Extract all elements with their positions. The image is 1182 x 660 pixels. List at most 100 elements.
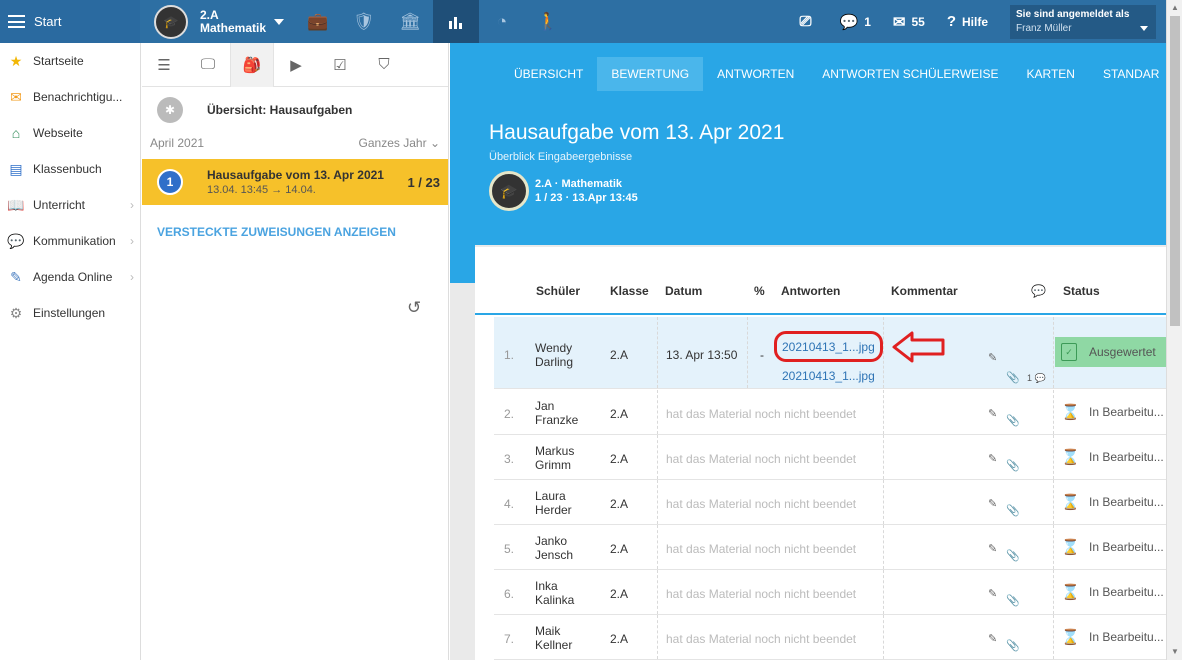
comment-count: 1 💬: [1027, 373, 1046, 383]
header-status[interactable]: Status: [1063, 284, 1100, 298]
status-badge[interactable]: ⌛ In Bearbeitu...: [1055, 390, 1166, 434]
class-info: 🎓 2.A · Mathematik 1 / 23 · 13.Apr 13:45: [489, 171, 1166, 211]
period-filter-dropdown[interactable]: Ganzes Jahr ⌄: [359, 136, 440, 150]
tab-bewertung[interactable]: BEWERTUNG: [597, 57, 704, 91]
star-icon: ★: [9, 52, 23, 69]
answer-file-link[interactable]: 20210413_1...jpg: [782, 369, 875, 383]
briefcase-icon[interactable]: 💼: [295, 0, 341, 43]
tab-karten[interactable]: KARTEN: [1013, 57, 1089, 91]
header-percent[interactable]: %: [754, 284, 765, 298]
graduation-cap-icon: 🎓: [489, 171, 529, 211]
table-row[interactable]: 2. Jan Franzke 2.A hat das Material noch …: [494, 390, 1166, 435]
cast-button[interactable]: ⎚: [799, 13, 817, 30]
class-selector[interactable]: 🎓 2.A Mathematik: [140, 0, 295, 43]
edit-comment-icon[interactable]: ✎: [988, 587, 997, 600]
comment-icon: 💬: [1031, 284, 1046, 298]
header-student[interactable]: Schüler: [536, 284, 580, 298]
status-badge[interactable]: ⌛ In Bearbeitu...: [1055, 570, 1166, 614]
attachment-icon[interactable]: 📎: [1006, 414, 1020, 427]
page-scrollbar[interactable]: ▲ ▼: [1166, 0, 1182, 660]
hourglass-icon: ⌛: [1061, 629, 1080, 646]
attachment-icon[interactable]: 📎: [1006, 371, 1020, 384]
sidebar-item-kommunikation[interactable]: 💬 Kommunikation ›: [0, 223, 140, 259]
table-row[interactable]: 6. Inka Kalinka 2.A hat das Material noch…: [494, 570, 1166, 615]
edit-comment-icon[interactable]: ✎: [988, 407, 997, 420]
help-label: Hilfe: [961, 14, 988, 29]
attachment-icon[interactable]: 📎: [1006, 504, 1020, 517]
login-user: Franz Müller: [1016, 22, 1072, 34]
attachment-icon[interactable]: 📎: [1006, 459, 1020, 472]
hourglass-icon: ⌛: [1061, 449, 1080, 466]
bar-chart-icon[interactable]: [433, 0, 479, 43]
status-badge[interactable]: ⌛ In Bearbeitu...: [1055, 480, 1166, 524]
table-row[interactable]: 3. Markus Grimm 2.A hat das Material noch…: [494, 435, 1166, 480]
scroll-down-icon[interactable]: ▼: [1170, 647, 1180, 657]
table-row[interactable]: 7. Maik Kellner 2.A hat das Material noch…: [494, 615, 1166, 660]
sidebar-item-benachrichtigungen[interactable]: ✉ Benachrichtigu...: [0, 79, 140, 115]
sidebar-item-klassenbuch[interactable]: ▤ Klassenbuch: [0, 151, 140, 187]
overview-item[interactable]: ✱ Übersicht: Hausaufgaben: [142, 87, 448, 133]
hourglass-icon: ⌛: [1061, 584, 1080, 601]
sidebar-item-agenda-online[interactable]: ✎ Agenda Online ›: [0, 259, 140, 295]
tab-antworten-schuelerweise[interactable]: ANTWORTEN SCHÜLERWEISE: [808, 57, 1012, 91]
backpack-icon[interactable]: 🎒: [230, 42, 274, 87]
table-row[interactable]: 4. Laura Herder 2.A hat das Material noch…: [494, 480, 1166, 525]
status-badge[interactable]: ⌛ In Bearbeitu...: [1055, 615, 1166, 659]
row-number: 3.: [504, 452, 515, 466]
sidebar-item-einstellungen[interactable]: ⚙ Einstellungen: [0, 295, 140, 331]
tab-uebersicht[interactable]: ÜBERSICHT: [500, 57, 597, 91]
user-menu[interactable]: Sie sind angemeldet als Franz Müller: [1010, 4, 1156, 39]
progress-message: hat das Material noch nicht beendet: [666, 452, 857, 466]
edit-comment-icon[interactable]: ✎: [988, 497, 997, 510]
scroll-up-icon[interactable]: ▲: [1170, 3, 1180, 13]
header-class[interactable]: Klasse: [610, 284, 649, 298]
checklist-icon[interactable]: ☑: [318, 43, 362, 87]
sidebar-item-unterricht[interactable]: 📖 Unterricht ›: [0, 187, 140, 223]
monitor-icon[interactable]: 🖵: [186, 43, 230, 87]
status-badge[interactable]: ⌛ In Bearbeitu...: [1055, 435, 1166, 479]
edit-comment-icon[interactable]: ✎: [988, 542, 997, 555]
tab-standard[interactable]: STANDAR: [1089, 57, 1166, 91]
attachment-icon[interactable]: 📎: [1006, 639, 1020, 652]
help-button[interactable]: ? Hilfe: [947, 13, 988, 30]
edit-comment-icon[interactable]: ✎: [988, 452, 997, 465]
pen-icon: ✎: [10, 268, 22, 285]
header-date[interactable]: Datum: [665, 284, 702, 298]
header-comment[interactable]: Kommentar: [891, 284, 958, 298]
attachment-icon[interactable]: 📎: [1006, 549, 1020, 562]
attachment-icon[interactable]: 📎: [1006, 594, 1020, 607]
messages-button[interactable]: 💬 1: [840, 13, 871, 31]
edit-comment-icon[interactable]: ✎: [988, 632, 997, 645]
scrollbar-thumb[interactable]: [1170, 16, 1180, 326]
show-hidden-assignments-link[interactable]: VERSTECKTE ZUWEISUNGEN ANZEIGEN: [142, 205, 448, 259]
results-table: Schüler Klasse Datum % Antworten Komment…: [475, 247, 1166, 660]
status-badge[interactable]: ✓ Ausgewertet: [1055, 337, 1166, 367]
header-answers[interactable]: Antworten: [781, 284, 840, 298]
hiking-icon[interactable]: 🚶: [525, 0, 571, 43]
assignment-number: 1: [157, 169, 183, 195]
shield-icon[interactable]: 🛡: [341, 0, 387, 43]
start-label: Start: [34, 14, 62, 29]
compass-icon[interactable]: ◔: [479, 0, 525, 43]
status-badge[interactable]: ⌛ In Bearbeitu...: [1055, 525, 1166, 569]
sidebar-item-startseite[interactable]: ★ Startseite: [0, 43, 140, 79]
messages-count: 1: [864, 14, 871, 29]
sidebar-item-webseite[interactable]: ⌂ Webseite: [0, 115, 140, 151]
reader-icon[interactable]: ⛉: [362, 43, 406, 87]
table-row[interactable]: 5. Janko Jensch 2.A hat das Material noch…: [494, 525, 1166, 570]
main-content: ÜBERSICHT BEWERTUNG ANTWORTEN ANTWORTEN …: [450, 43, 1166, 660]
assignment-header: Hausaufgabe vom 13. Apr 2021 Überblick E…: [450, 105, 1166, 245]
institution-icon[interactable]: 🏛: [387, 0, 433, 43]
period-label: April 2021: [150, 136, 205, 150]
play-icon[interactable]: ▶: [274, 43, 318, 87]
table-row[interactable]: 1. Wendy Darling 2.A 13. Apr 13:50 - 202…: [494, 317, 1166, 389]
edit-comment-icon[interactable]: ✎: [988, 351, 997, 364]
progress-message: hat das Material noch nicht beendet: [666, 542, 857, 556]
history-icon[interactable]: ↺: [407, 298, 421, 318]
tab-antworten[interactable]: ANTWORTEN: [703, 57, 808, 91]
graduation-cap-icon: 🎓: [154, 4, 188, 39]
list-icon[interactable]: ☰: [142, 43, 186, 87]
mail-button[interactable]: ✉ 55: [893, 13, 925, 31]
start-menu-button[interactable]: Start: [0, 0, 140, 43]
assignment-item[interactable]: 1 Hausaufgabe vom 13. Apr 2021 13.04. 13…: [142, 159, 448, 205]
